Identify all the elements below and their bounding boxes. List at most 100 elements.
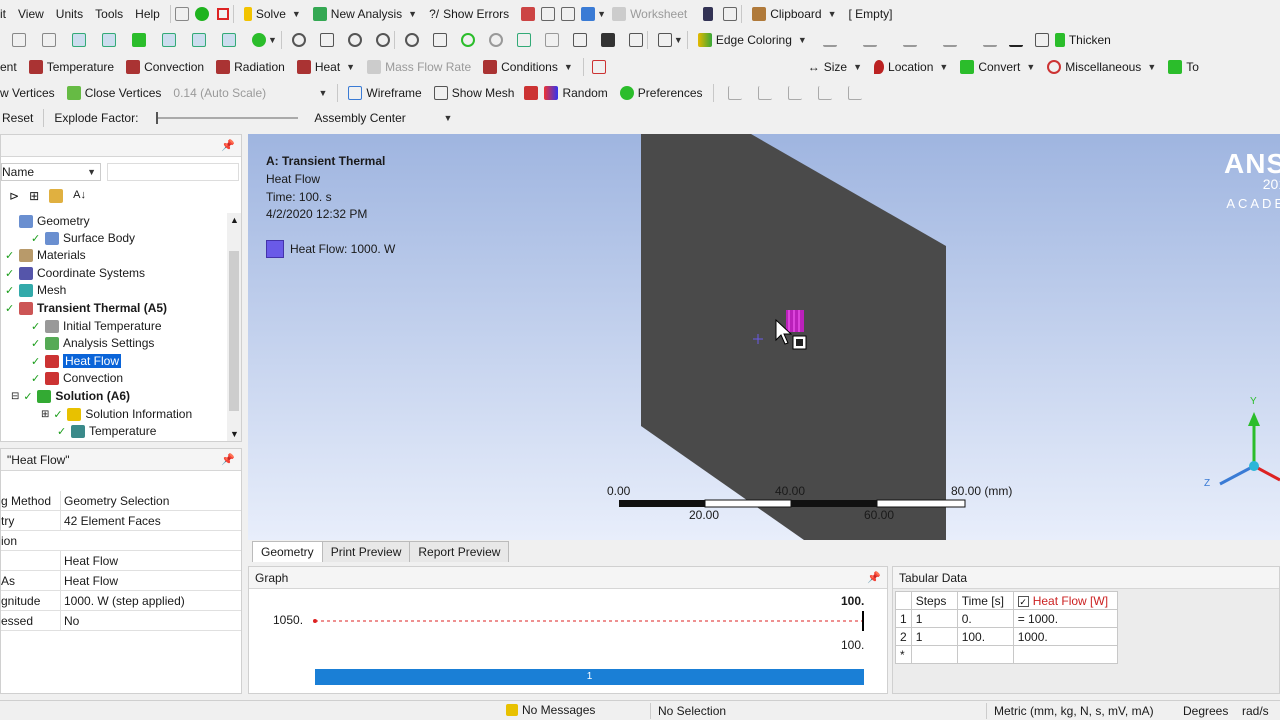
details-row[interactable]: try 42 Element Faces xyxy=(1,511,241,531)
show-vertices-button[interactable]: w Vertices xyxy=(0,82,61,104)
edge-style-3-icon[interactable] xyxy=(902,33,917,47)
chevron-down-icon[interactable]: ▼ xyxy=(346,62,355,72)
cross-section-5-icon[interactable] xyxy=(847,86,862,100)
pin-icon[interactable]: 📌 xyxy=(867,571,881,584)
window-icon[interactable] xyxy=(174,7,189,21)
commands-icon[interactable] xyxy=(591,60,606,74)
scroll-up-icon[interactable]: ▲ xyxy=(230,215,239,225)
menu-item-edit[interactable]: it xyxy=(0,3,12,25)
expand-all-icon[interactable]: ⊞ xyxy=(29,189,39,203)
show-mesh-button[interactable]: Show Mesh xyxy=(428,82,521,104)
convert-button[interactable]: Convert ▼ xyxy=(954,56,1041,78)
check-icon[interactable] xyxy=(194,7,209,21)
table-icon[interactable] xyxy=(541,7,556,21)
ruler-icon[interactable] xyxy=(600,33,615,47)
pin-icon[interactable]: 📌 xyxy=(221,139,235,152)
slider-thumb[interactable] xyxy=(156,112,159,124)
lock-icon[interactable] xyxy=(628,33,643,47)
thicken-button[interactable]: Thicken xyxy=(1049,29,1117,51)
scroll-down-icon[interactable]: ▼ xyxy=(230,429,239,439)
messages-status[interactable]: No Messages xyxy=(506,703,595,717)
tree-item-surface-body[interactable]: ✓ Surface Body xyxy=(31,229,135,247)
outline-filter[interactable]: Name ▼ xyxy=(1,163,101,181)
scroll-thumb[interactable] xyxy=(229,251,239,411)
select-face-icon[interactable] xyxy=(132,33,146,47)
column-header-time[interactable]: Time [s] xyxy=(956,591,1014,610)
explode-factor-slider[interactable] xyxy=(156,112,299,124)
tree-item-transient-thermal[interactable]: ✓ Transient Thermal (A5) xyxy=(5,299,167,317)
cross-section-3-icon[interactable] xyxy=(787,86,802,100)
details-row[interactable]: As Heat Flow xyxy=(1,571,241,591)
magnifier-icon[interactable] xyxy=(488,33,503,47)
worksheet-button[interactable]: Worksheet xyxy=(606,3,693,25)
cross-section-1-icon[interactable] xyxy=(727,86,742,100)
zoom-icon[interactable] xyxy=(347,33,362,47)
column-header-heat-flow[interactable]: ✓ Heat Flow [W] xyxy=(1012,591,1118,610)
random-button[interactable]: Random xyxy=(538,82,613,104)
tab-report-preview[interactable]: Report Preview xyxy=(409,541,510,562)
details-row[interactable]: essed No xyxy=(1,611,241,631)
unit-system[interactable]: Metric (mm, kg, N, s, mV, mA) xyxy=(994,704,1154,718)
menu-item-tools[interactable]: Tools xyxy=(89,3,129,25)
tree-item-geometry[interactable]: Geometry xyxy=(5,212,90,230)
tab-geometry[interactable]: Geometry xyxy=(252,541,323,562)
details-row[interactable]: gnitude 1000. W (step applied) xyxy=(1,591,241,611)
cell-step[interactable]: 1 xyxy=(910,627,958,646)
chevron-down-icon[interactable]: ▼ xyxy=(292,9,301,19)
cross-section-2-icon[interactable] xyxy=(757,86,772,100)
tree-item-heat-flow[interactable]: ✓ Heat Flow xyxy=(31,352,122,370)
edge-style-2-icon[interactable] xyxy=(862,33,877,47)
chevron-down-icon[interactable]: ▼ xyxy=(1147,62,1156,72)
table-row[interactable]: 2 1 100. 1000. xyxy=(895,627,1118,646)
details-row[interactable]: Heat Flow xyxy=(1,551,241,571)
tree-item-analysis-settings[interactable]: ✓ Analysis Settings xyxy=(31,334,154,352)
cell-time[interactable]: 100. xyxy=(956,627,1014,646)
cell-step[interactable]: 1 xyxy=(910,609,958,628)
chevron-down-icon[interactable]: ▼ xyxy=(408,9,417,19)
temperature-button[interactable]: Temperature xyxy=(23,56,120,78)
table-row-new[interactable]: * xyxy=(895,645,1118,664)
outline-search-input[interactable] xyxy=(107,163,239,181)
edge-style-4-icon[interactable] xyxy=(942,33,957,47)
cell-time[interactable] xyxy=(956,645,1014,664)
explode-icon[interactable] xyxy=(524,86,539,100)
pin-icon[interactable]: 📌 xyxy=(221,453,235,466)
chevron-down-icon[interactable]: ▼ xyxy=(853,62,862,72)
menu-item-units[interactable]: Units xyxy=(50,3,89,25)
folder-icon[interactable] xyxy=(49,189,64,203)
edge-style-5-icon[interactable] xyxy=(982,33,997,47)
image-icon[interactable] xyxy=(581,7,596,21)
extend-icon[interactable] xyxy=(252,33,266,47)
viewports-icon[interactable] xyxy=(657,33,672,47)
conditions-button[interactable]: Conditions ▼ xyxy=(477,56,579,78)
tree-icon[interactable] xyxy=(216,8,229,20)
cross-section-4-icon[interactable] xyxy=(817,86,832,100)
solve-button[interactable]: Solve ▼ xyxy=(238,3,307,25)
cell-step[interactable] xyxy=(910,645,958,664)
next-view-icon[interactable] xyxy=(544,33,559,47)
chevron-down-icon[interactable]: ▼ xyxy=(939,62,948,72)
zoom-box-icon[interactable] xyxy=(404,33,419,47)
tree-item-convection[interactable]: ✓ Convection xyxy=(31,369,123,387)
select-body-icon[interactable] xyxy=(162,33,176,47)
tree-item-materials[interactable]: ✓ Materials xyxy=(5,246,86,264)
previous-view-icon[interactable] xyxy=(516,33,531,47)
table-row[interactable]: 1 1 0. = 1000. xyxy=(895,609,1118,628)
chevron-down-icon[interactable]: ▼ xyxy=(597,9,606,19)
edge-style-1-icon[interactable] xyxy=(822,33,837,47)
select-icon[interactable] xyxy=(42,33,56,47)
details-row[interactable]: g Method Geometry Selection xyxy=(1,491,241,511)
axis-icon[interactable] xyxy=(12,33,26,47)
graphics-viewport[interactable]: A: Transient Thermal Heat Flow Time: 100… xyxy=(248,134,1280,540)
close-vertices-button[interactable]: Close Vertices xyxy=(61,82,168,104)
new-analysis-button[interactable]: New Analysis ▼ xyxy=(307,3,423,25)
sort-icon[interactable]: A↓ xyxy=(73,189,86,203)
miscellaneous-button[interactable]: Miscellaneous ▼ xyxy=(1041,56,1162,78)
chevron-down-icon[interactable]: ▼ xyxy=(828,9,837,19)
model-plate[interactable] xyxy=(248,134,1280,540)
tree-item-solution-information[interactable]: ⊞ ✓ Solution Information xyxy=(41,405,192,423)
assembly-center-dropdown[interactable]: Assembly Center ▼ xyxy=(308,107,458,129)
to-button[interactable]: To xyxy=(1162,56,1205,78)
clipboard-button[interactable]: Clipboard ▼ xyxy=(746,3,842,25)
details-row[interactable]: ion xyxy=(1,531,241,551)
